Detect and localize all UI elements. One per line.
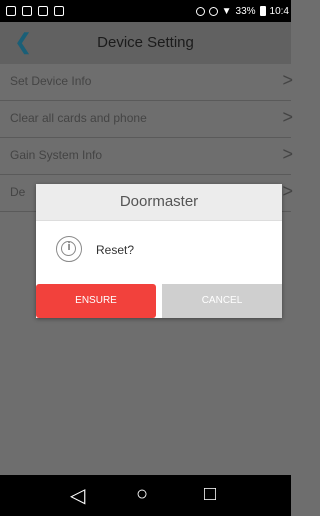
dialog-title: Doormaster bbox=[36, 184, 282, 221]
list-item-set-device-info[interactable]: Set Device Info > bbox=[0, 64, 293, 101]
dialog-buttons: ENSURE CANCEL bbox=[36, 284, 282, 318]
back-nav-icon[interactable]: ◁ bbox=[70, 483, 85, 508]
status-bar: ▼ 33% 10:4 bbox=[0, 0, 291, 22]
page-title: Device Setting bbox=[97, 34, 194, 51]
list-item-label: Clear all cards and phone bbox=[10, 111, 147, 125]
list-item-clear-cards[interactable]: Clear all cards and phone > bbox=[0, 101, 293, 138]
chevron-right-icon: > bbox=[282, 70, 293, 90]
list-item-label: Set Device Info bbox=[10, 74, 92, 88]
save-notification-icon bbox=[22, 6, 32, 16]
chevron-right-icon: > bbox=[282, 181, 293, 201]
home-nav-icon[interactable]: ○ bbox=[136, 483, 148, 506]
system-icons: ▼ 33% 10:4 bbox=[195, 5, 291, 17]
system-nav-bar: ◁ ○ □ bbox=[0, 475, 291, 516]
list-item-label: De bbox=[10, 185, 26, 199]
notification-icons bbox=[0, 6, 64, 16]
battery-icon bbox=[259, 6, 266, 16]
gallery-notification-icon bbox=[6, 6, 16, 16]
chevron-right-icon: > bbox=[282, 144, 293, 164]
bag-notification-icon bbox=[38, 6, 48, 16]
chevron-right-icon: > bbox=[282, 107, 293, 127]
dialog-body: i Reset? bbox=[36, 221, 282, 283]
dialog-message: Reset? bbox=[96, 243, 135, 257]
battery-percent: 33% bbox=[235, 5, 256, 17]
reset-dialog: Doormaster i Reset? ENSURE CANCEL bbox=[36, 184, 282, 318]
bag-notification-icon-2 bbox=[54, 6, 64, 16]
bluetooth-icon bbox=[195, 6, 205, 16]
info-icon: i bbox=[56, 236, 82, 262]
list-item-label: Gain System Info bbox=[10, 148, 103, 162]
app-header: ❮ Device Setting bbox=[0, 22, 291, 65]
ensure-button[interactable]: ENSURE bbox=[36, 284, 156, 318]
cancel-button[interactable]: CANCEL bbox=[162, 284, 282, 318]
wifi-icon: ▼ bbox=[221, 5, 232, 17]
list-item-gain-system-info[interactable]: Gain System Info > bbox=[0, 138, 293, 175]
recents-nav-icon[interactable]: □ bbox=[204, 483, 216, 506]
clock: 10:4 bbox=[269, 5, 289, 17]
alarm-icon bbox=[208, 6, 218, 16]
